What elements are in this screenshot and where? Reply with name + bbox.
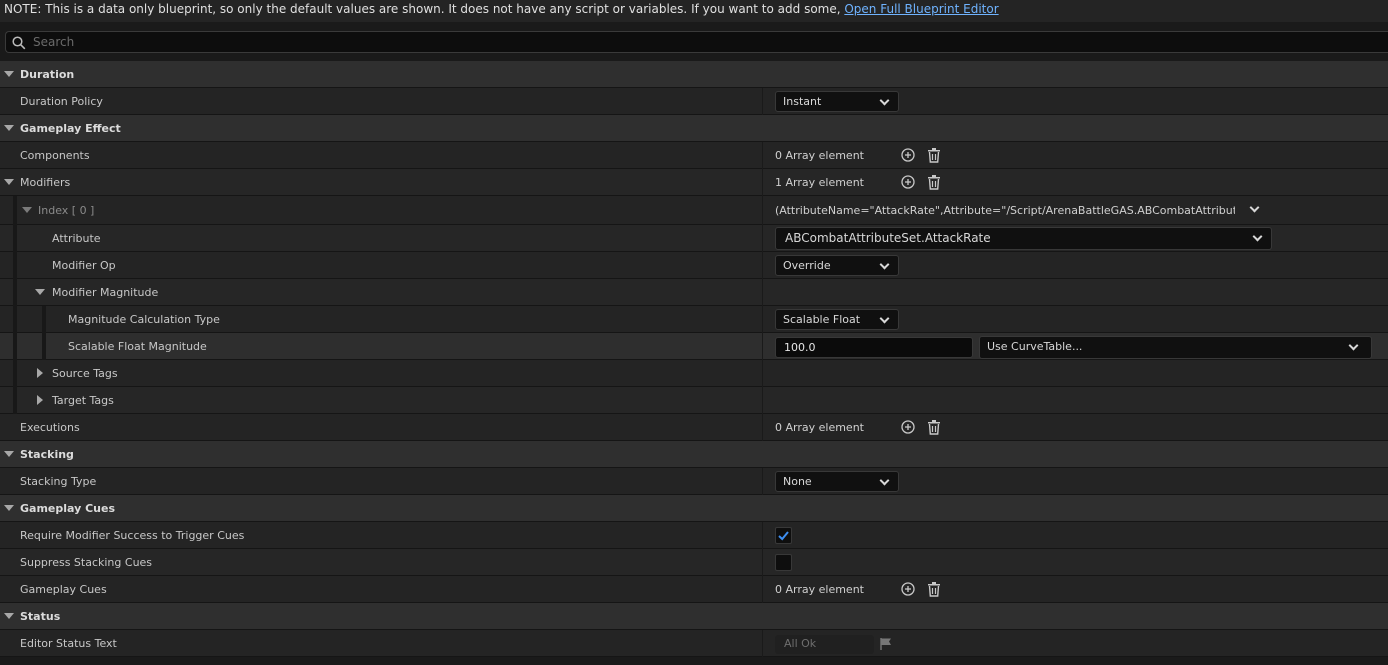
modifier-magnitude-row: Modifier Magnitude <box>0 279 1388 306</box>
property-label: Gameplay Cues <box>20 583 107 596</box>
index-dropdown[interactable] <box>1240 199 1270 220</box>
property-label: Target Tags <box>52 394 114 407</box>
modifiers-row: Modifiers 1 Array element <box>0 169 1388 196</box>
target-tags-row: Target Tags <box>0 387 1388 414</box>
chevron-down-icon <box>879 95 890 106</box>
trash-icon[interactable] <box>927 148 941 163</box>
components-row: Components 0 Array element <box>0 142 1388 169</box>
editor-status-row: Editor Status Text All Ok <box>0 630 1388 657</box>
trash-icon[interactable] <box>927 175 941 190</box>
expand-arrow-icon[interactable] <box>4 179 14 185</box>
open-blueprint-editor-link[interactable]: Open Full Blueprint Editor <box>844 2 998 16</box>
category-label: Status <box>20 610 61 623</box>
index-label: Index [ 0 ] <box>38 204 95 217</box>
property-label: Stacking Type <box>20 475 97 488</box>
executions-row: Executions 0 Array element <box>0 414 1388 441</box>
source-tags-row: Source Tags <box>0 360 1388 387</box>
modifier-op-combo[interactable]: Override <box>775 255 899 276</box>
data-only-note: NOTE: This is a data only blueprint, so … <box>0 0 1388 22</box>
chevron-down-icon <box>879 475 890 486</box>
property-label: Executions <box>20 421 80 434</box>
category-label: Duration <box>20 68 75 81</box>
gameplay-cues-row: Gameplay Cues 0 Array element <box>0 576 1388 603</box>
add-element-icon[interactable] <box>901 175 915 189</box>
require-success-row: Require Modifier Success to Trigger Cues <box>0 522 1388 549</box>
calc-type-combo[interactable]: Scalable Float <box>775 309 899 330</box>
category-label: Gameplay Cues <box>20 502 116 515</box>
duration-policy-row: Duration Policy Instant <box>0 88 1388 115</box>
note-text: NOTE: This is a data only blueprint, so … <box>4 2 845 16</box>
expand-arrow-icon[interactable] <box>22 207 32 213</box>
property-label: Components <box>20 149 90 162</box>
search-box[interactable] <box>5 31 1388 53</box>
trash-icon[interactable] <box>927 420 941 435</box>
property-label: Source Tags <box>52 367 118 380</box>
array-count: 1 Array element <box>775 176 864 189</box>
expand-arrow-icon[interactable] <box>37 395 43 405</box>
property-label: Modifier Op <box>52 259 116 272</box>
details-panel: Duration Duration Policy Instant Gamepla… <box>0 61 1388 657</box>
array-count: 0 Array element <box>775 149 864 162</box>
suppress-stacking-row: Suppress Stacking Cues <box>0 549 1388 576</box>
property-label: Scalable Float Magnitude <box>68 340 207 353</box>
trash-icon[interactable] <box>927 582 941 597</box>
calc-type-row: Magnitude Calculation Type Scalable Floa… <box>0 306 1388 333</box>
expand-arrow-icon[interactable] <box>4 505 14 511</box>
chevron-down-icon <box>879 313 890 324</box>
expand-arrow-icon[interactable] <box>4 613 14 619</box>
attribute-combo[interactable]: ABCombatAttributeSet.AttackRate <box>775 227 1272 250</box>
add-element-icon[interactable] <box>901 420 915 434</box>
category-gameplay-effect[interactable]: Gameplay Effect <box>0 115 1388 142</box>
category-status[interactable]: Status <box>0 603 1388 630</box>
property-label: Modifiers <box>20 176 71 189</box>
search-icon <box>12 36 26 50</box>
expand-arrow-icon[interactable] <box>4 125 14 131</box>
add-element-icon[interactable] <box>901 148 915 162</box>
require-success-checkbox[interactable] <box>775 527 792 544</box>
flag-icon[interactable] <box>879 637 893 651</box>
expand-arrow-icon[interactable] <box>37 368 43 378</box>
modifier-op-row: Modifier Op Override <box>0 252 1388 279</box>
chevron-down-icon <box>1348 340 1359 351</box>
property-label: Editor Status Text <box>20 637 117 650</box>
scalable-float-input[interactable]: 100.0 <box>775 337 973 358</box>
status-text-field: All Ok <box>775 635 874 654</box>
chevron-down-icon <box>879 259 890 270</box>
expand-arrow-icon[interactable] <box>4 451 14 457</box>
index-value[interactable]: (AttributeName="AttackRate",Attribute="/… <box>775 204 1235 217</box>
category-gameplay-cues[interactable]: Gameplay Cues <box>0 495 1388 522</box>
add-element-icon[interactable] <box>901 582 915 596</box>
property-label: Modifier Magnitude <box>52 286 159 299</box>
checkmark-icon <box>778 531 789 541</box>
expand-arrow-icon[interactable] <box>4 71 14 77</box>
category-label: Stacking <box>20 448 74 461</box>
duration-policy-combo[interactable]: Instant <box>775 91 899 112</box>
chevron-down-icon <box>1249 202 1260 213</box>
category-duration[interactable]: Duration <box>0 61 1388 88</box>
property-label: Suppress Stacking Cues <box>20 556 153 569</box>
stacking-type-row: Stacking Type None <box>0 468 1388 495</box>
suppress-stacking-checkbox[interactable] <box>775 554 792 571</box>
curve-table-combo[interactable]: Use CurveTable... <box>979 336 1372 359</box>
category-stacking[interactable]: Stacking <box>0 441 1388 468</box>
property-label: Attribute <box>52 232 101 245</box>
modifier-index-row: Index [ 0 ] (AttributeName="AttackRate",… <box>0 196 1388 225</box>
search-input[interactable] <box>33 33 1333 51</box>
property-label: Magnitude Calculation Type <box>68 313 220 326</box>
scalable-float-row: Scalable Float Magnitude 100.0 Use Curve… <box>0 333 1388 360</box>
chevron-down-icon <box>1252 231 1263 242</box>
property-label: Duration Policy <box>20 95 103 108</box>
array-count: 0 Array element <box>775 421 864 434</box>
property-label: Require Modifier Success to Trigger Cues <box>20 529 245 542</box>
expand-arrow-icon[interactable] <box>35 289 45 295</box>
array-count: 0 Array element <box>775 583 864 596</box>
category-label: Gameplay Effect <box>20 122 121 135</box>
attribute-row: Attribute ABCombatAttributeSet.AttackRat… <box>0 225 1388 252</box>
stacking-type-combo[interactable]: None <box>775 471 899 492</box>
